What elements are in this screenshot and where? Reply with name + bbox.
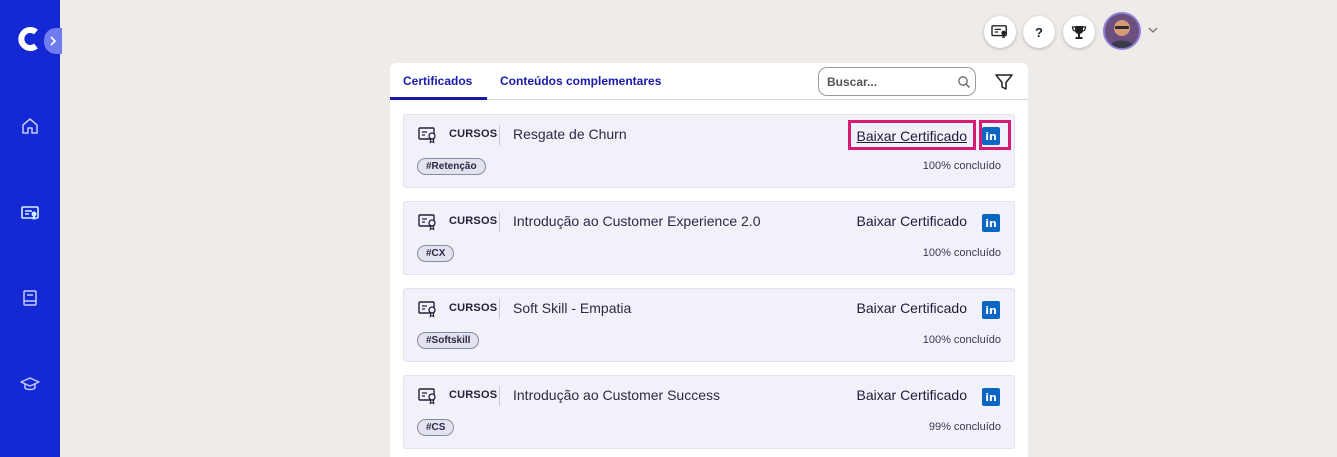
certificate-card: CURSOS Introdução ao Customer Experience… [403,201,1015,275]
trophy-icon [1071,26,1087,39]
tag-badge: #CX [417,245,455,262]
sidebar [0,0,62,457]
tag-badge: #Retenção [417,158,486,175]
divider [499,212,500,232]
card-type-label: CURSOS [449,302,498,314]
search-box [818,67,976,96]
download-certificate-link[interactable]: Baixar Certificado [847,120,976,150]
certificate-card: CURSOS Introdução ao Customer Success Ba… [403,375,1015,449]
download-certificate-link[interactable]: Baixar Certificado [857,300,968,316]
certificate-icon [418,388,436,405]
certificate-icon [418,301,436,318]
linkedin-icon[interactable]: in [982,214,1000,232]
divider [499,386,500,406]
graduation-cap-icon[interactable] [20,374,40,394]
card-type-label: CURSOS [449,389,498,401]
c-logo[interactable] [16,26,42,52]
book-icon[interactable] [20,288,40,308]
certificate-card: CURSOS Soft Skill - Empatia Baixar Certi… [403,288,1015,362]
chevron-right-icon [50,36,57,46]
tab-conteudos-complementares[interactable]: Conteúdos complementares [500,74,661,88]
card-title: Soft Skill - Empatia [513,300,632,316]
card-title: Introdução ao Customer Success [513,387,720,403]
download-certificate-link[interactable]: Baixar Certificado [857,213,968,229]
tag-badge: #CS [417,419,455,436]
card-type-label: CURSOS [449,215,498,227]
help-button[interactable]: ? [1023,16,1055,48]
linkedin-icon[interactable]: in [982,127,1000,145]
card-type-label: CURSOS [449,128,498,140]
certificate-icon [991,25,1007,39]
certificate-card: CURSOS Resgate de Churn Baixar Certifica… [403,114,1015,188]
avatar[interactable] [1103,12,1141,50]
active-tab-indicator [390,97,487,100]
avatar-image [1105,14,1139,48]
linkedin-icon[interactable]: in [982,388,1000,406]
card-title: Introdução ao Customer Experience 2.0 [513,213,761,229]
download-certificate-link[interactable]: Baixar Certificado [857,387,968,403]
progress-text: 100% concluído [922,160,1001,172]
certificates-shortcut-button[interactable] [984,16,1016,48]
certificate-icon [418,214,436,231]
progress-text: 99% concluído [928,421,1001,433]
home-icon[interactable] [20,116,40,136]
progress-text: 100% concluído [922,334,1001,346]
search-input[interactable] [827,73,947,91]
progress-text: 100% concluído [922,247,1001,259]
search-icon[interactable] [957,75,971,89]
expand-sidebar-button[interactable] [44,28,62,54]
certificate-icon [418,127,436,144]
tab-bar: Certificados Conteúdos complementares [390,63,1028,100]
help-label: ? [1035,24,1043,40]
certificates-panel: Certificados Conteúdos complementares CU… [390,63,1028,457]
trophy-button[interactable] [1063,16,1095,48]
chevron-down-icon[interactable] [1147,24,1159,36]
divider [499,125,500,145]
tag-badge: #Softskill [417,332,480,349]
divider [499,299,500,319]
linkedin-icon[interactable]: in [982,301,1000,319]
certificate-icon[interactable] [20,203,40,223]
card-title: Resgate de Churn [513,126,627,142]
filter-icon[interactable] [994,72,1014,92]
tab-certificados[interactable]: Certificados [403,74,472,88]
